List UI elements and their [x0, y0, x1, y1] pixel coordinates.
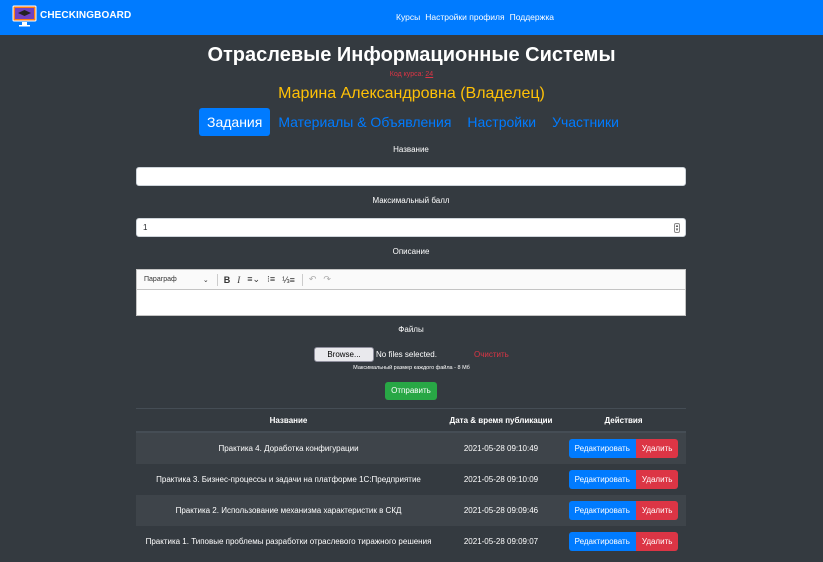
course-title: Отраслевые Информационные Системы [207, 44, 616, 66]
course-code: Код курса: 24 [0, 71, 823, 78]
nav-link-support[interactable]: Поддержка [510, 12, 554, 22]
chevron-down-icon: ⌄ [202, 276, 209, 284]
name-input[interactable] [136, 167, 686, 186]
tab-assignments[interactable]: Задания [199, 108, 271, 136]
row-actions: Редактировать Удалить [561, 532, 686, 551]
spinner-icon[interactable]: ▴ ▾ [674, 223, 680, 233]
redo-icon[interactable]: ↷ [323, 274, 331, 285]
numbered-list-icon[interactable]: ⅓≡ [282, 275, 295, 285]
align-icon[interactable]: ≡⌄ [247, 274, 260, 285]
files-label: Файлы [398, 325, 424, 334]
assignment-name: Практика 1. Типовые проблемы разработки … [145, 537, 432, 546]
delete-button[interactable]: Удалить [635, 501, 679, 520]
navbar: CHECKINGBOARD Курсы Настройки профиля По… [0, 0, 823, 35]
browse-button[interactable]: Browse... [314, 347, 374, 362]
delete-button[interactable]: Удалить [635, 439, 679, 458]
header-name: Название [269, 415, 308, 425]
bold-icon[interactable]: B [224, 275, 231, 285]
editor-toolbar: Параграф ⌄ B I ≡⌄ ⁝≡ ⅓≡ ↶ ↷ [137, 270, 685, 290]
assignment-date: 2021-05-28 09:10:09 [463, 475, 539, 484]
assignment-name: Практика 4. Доработка конфигурации [218, 444, 359, 453]
course-owner: Марина Александровна (Владелец) [278, 85, 545, 102]
edit-button[interactable]: Редактировать [568, 439, 636, 458]
table-row: Практика 1. Типовые проблемы разработки … [136, 526, 686, 557]
row-actions: Редактировать Удалить [561, 439, 686, 458]
toolbar-divider [301, 273, 303, 286]
tab-participants[interactable]: Участники [544, 108, 627, 136]
bulleted-list-icon[interactable]: ⁝≡ [267, 274, 275, 285]
paragraph-select[interactable]: Параграф ⌄ [144, 276, 209, 284]
toolbar-divider [216, 273, 218, 286]
course-code-value[interactable]: 24 [425, 71, 433, 78]
nav-link-courses[interactable]: Курсы [396, 12, 420, 22]
assignment-name: Практика 2. Использование механизма хара… [175, 506, 402, 515]
paragraph-select-label: Параграф [144, 276, 177, 283]
row-actions: Редактировать Удалить [561, 470, 686, 489]
submit-button[interactable]: Отправить [385, 382, 437, 400]
course-tabs: Задания Материалы & Объявления Настройки… [199, 108, 627, 136]
assignment-date: 2021-05-28 09:10:49 [463, 444, 539, 453]
assignment-date: 2021-05-28 09:09:07 [463, 537, 539, 546]
nav-links: Курсы Настройки профиля Поддержка [396, 12, 554, 22]
edit-button[interactable]: Редактировать [568, 501, 636, 520]
delete-button[interactable]: Удалить [635, 532, 679, 551]
table-row: Практика 2. Использование механизма хара… [136, 495, 686, 526]
tab-materials[interactable]: Материалы & Объявления [270, 108, 459, 136]
row-actions: Редактировать Удалить [561, 501, 686, 520]
header-date: Дата & время публикации [449, 415, 553, 425]
header-actions: Действия [604, 415, 643, 425]
max-file-size-hint: Максимальный размер каждого файла - 8 Мб [353, 365, 470, 371]
course-code-label: Код курса: [389, 71, 424, 78]
max-score-label: Максимальный балл [372, 196, 450, 205]
name-label: Название [393, 145, 429, 154]
max-score-input[interactable]: 1 ▴ ▾ [136, 218, 686, 237]
table-row: Практика 3. Бизнес-процессы и задачи на … [136, 464, 686, 495]
assignment-name: Практика 3. Бизнес-процессы и задачи на … [156, 475, 421, 484]
table-header: Название Дата & время публикации Действи… [136, 408, 686, 433]
brand-name[interactable]: CHECKINGBOARD [40, 10, 131, 21]
max-score-value: 1 [143, 223, 148, 232]
edit-button[interactable]: Редактировать [568, 470, 636, 489]
logo-icon[interactable] [12, 5, 37, 27]
assignment-date: 2021-05-28 09:09:46 [463, 506, 539, 515]
delete-button[interactable]: Удалить [635, 470, 679, 489]
description-label: Описание [392, 247, 430, 256]
italic-icon[interactable]: I [237, 275, 240, 285]
clear-files-link[interactable]: Очистить [474, 350, 509, 359]
no-file-status: No files selected. [376, 350, 437, 359]
nav-link-profile-settings[interactable]: Настройки профиля [425, 12, 504, 22]
tab-settings[interactable]: Настройки [459, 108, 544, 136]
description-editor[interactable]: Параграф ⌄ B I ≡⌄ ⁝≡ ⅓≡ ↶ ↷ [136, 269, 686, 316]
edit-button[interactable]: Редактировать [568, 532, 636, 551]
undo-icon[interactable]: ↶ [309, 274, 317, 285]
table-row: Практика 4. Доработка конфигурации 2021-… [136, 433, 686, 464]
assignments-table: Название Дата & время публикации Действи… [136, 408, 686, 557]
